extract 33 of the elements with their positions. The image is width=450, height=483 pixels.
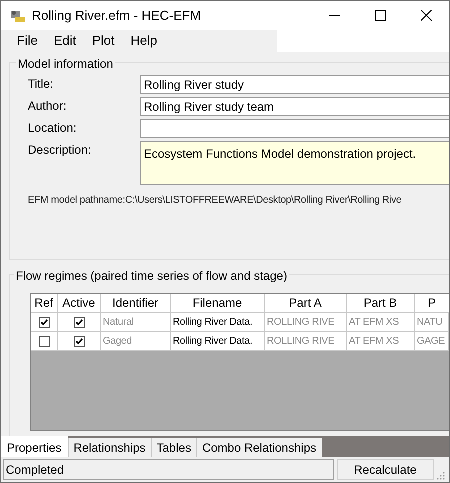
menu-item[interactable]: Help — [122, 31, 166, 51]
field-label: Title: — [28, 76, 55, 93]
menu-item[interactable]: File — [9, 31, 46, 51]
field-label: Description: — [28, 142, 92, 159]
tab[interactable]: Tables — [150, 438, 196, 457]
app-icon — [10, 8, 26, 22]
table-cell: AT EFM XS — [347, 332, 415, 351]
menu-item[interactable]: Edit — [46, 31, 84, 51]
menu-item[interactable]: Plot — [84, 31, 123, 51]
input-field[interactable] — [140, 119, 449, 138]
status-text: Completed — [3, 459, 334, 480]
resize-grip-icon[interactable] — [437, 472, 445, 480]
window-title: Rolling River.efm - HEC-EFM — [32, 6, 202, 25]
input-field[interactable]: Rolling River study team — [140, 97, 449, 116]
table-cell: GAGE — [415, 332, 449, 351]
tab[interactable]: Properties — [1, 436, 68, 457]
checkbox[interactable] — [38, 316, 50, 328]
close-icon — [420, 10, 432, 21]
input-field[interactable]: Rolling River study — [140, 75, 449, 94]
checkbox[interactable] — [74, 316, 84, 328]
checkbox[interactable] — [74, 336, 84, 346]
field-label: Author: — [28, 98, 68, 115]
tab[interactable]: Combo Relationships — [196, 438, 322, 457]
tab[interactable]: Relationships — [68, 438, 151, 457]
table-cell: Rolling River Data. — [171, 332, 265, 351]
maximize-icon — [374, 10, 386, 21]
pathname-text: EFM model pathname:C:\Users\LISTOFFREEWARE\Desktop\Rolling River\Rolling Rive — [28, 194, 403, 208]
table-cell: Gaged — [101, 332, 171, 351]
checkbox[interactable] — [38, 336, 50, 346]
description-field[interactable]: Ecosystem Functions Model demonstration project. — [140, 141, 449, 185]
table-cell: ROLLING RIVE — [265, 332, 347, 351]
field-label: Location: — [28, 120, 78, 137]
recalculate-button[interactable]: Recalculate — [337, 459, 434, 480]
